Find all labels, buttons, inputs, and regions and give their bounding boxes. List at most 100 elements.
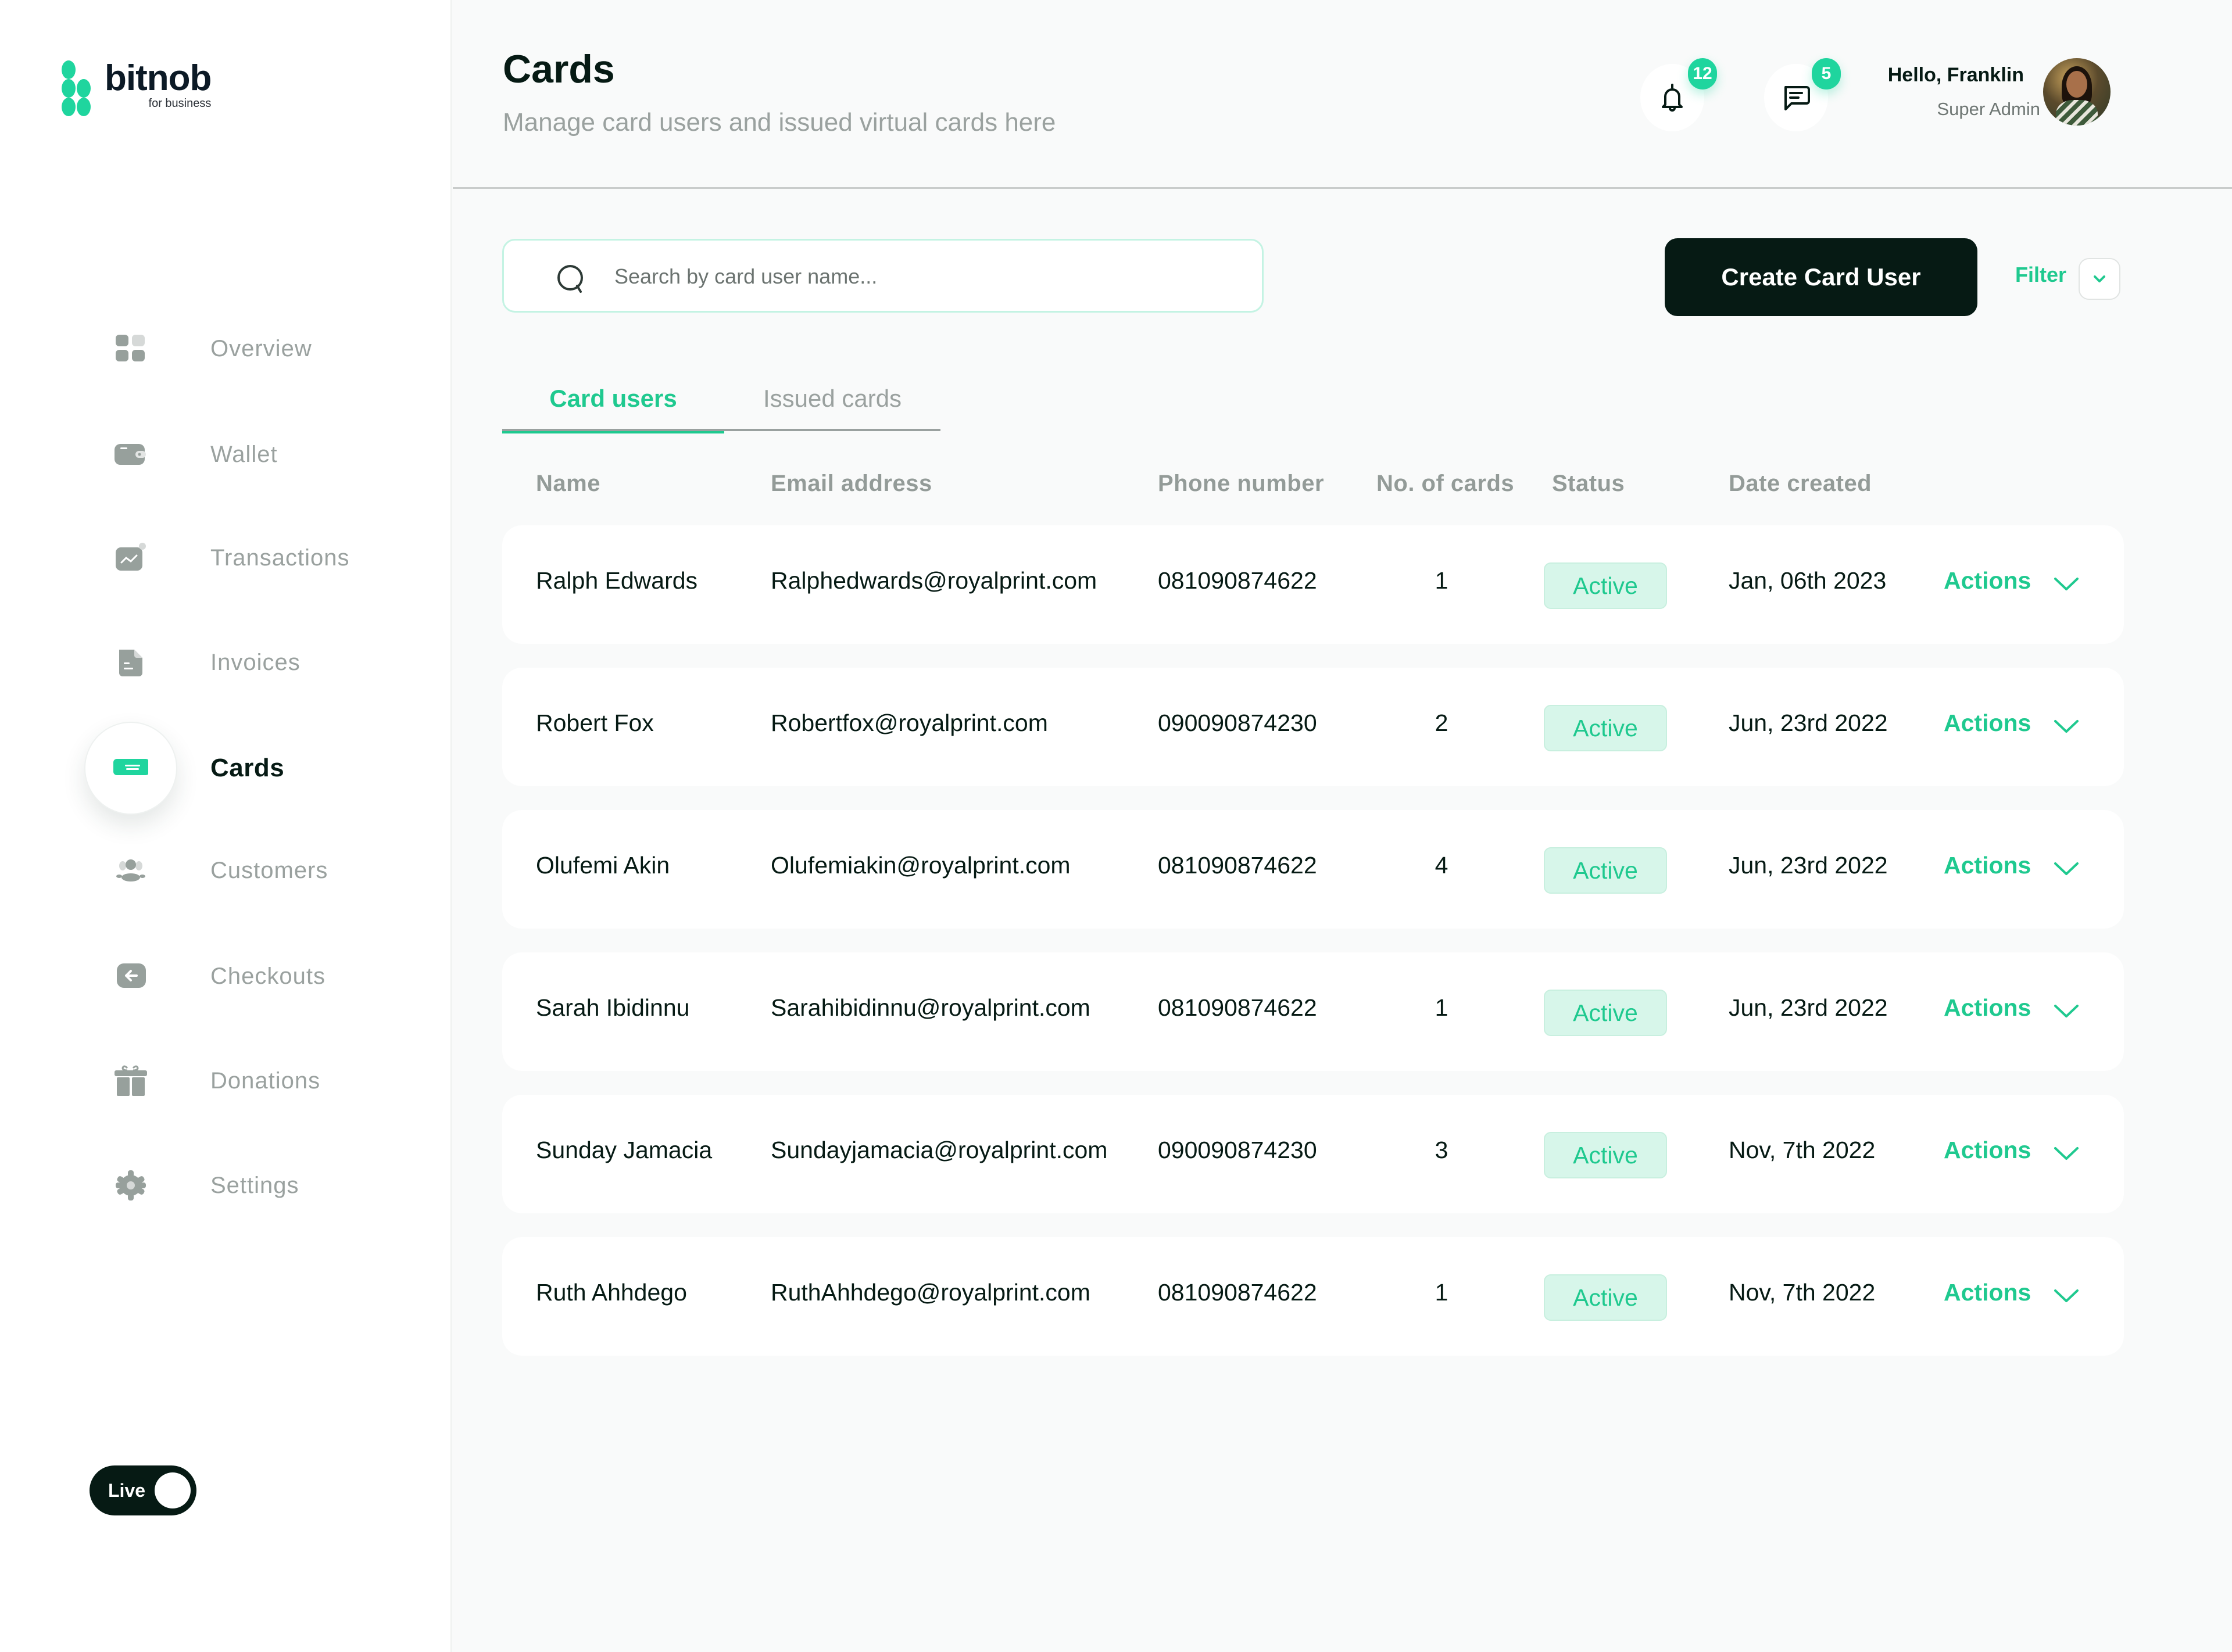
notifications-button[interactable]: 12: [1640, 58, 1717, 131]
sidebar-item-customers[interactable]: Customers: [0, 836, 452, 905]
chevron-down-icon[interactable]: [2053, 718, 2080, 735]
search-bar: [502, 239, 1264, 313]
live-toggle-label: Live: [108, 1479, 146, 1501]
create-card-user-button[interactable]: Create Card User: [1665, 238, 1977, 316]
cell-email: Sarahibidinnu@royalprint.com: [771, 994, 1090, 1021]
tab-issued-cards[interactable]: Issued cards: [724, 366, 940, 431]
table-row[interactable]: Robert Fox Robertfox@royalprint.com 0900…: [502, 668, 2124, 786]
sidebar-item-label: Checkouts: [210, 963, 326, 989]
sidebar-item-transactions[interactable]: Transactions: [0, 523, 452, 593]
chevron-down-icon: [2094, 275, 2105, 282]
cell-email: Ralphedwards@royalprint.com: [771, 567, 1097, 594]
cell-phone: 090090874230: [1158, 709, 1317, 736]
user-greeting: Hello, Franklin: [1887, 64, 2024, 86]
cell-card-count: 4: [1435, 852, 1448, 879]
messages-button[interactable]: 5: [1764, 58, 1841, 131]
card-icon: [84, 722, 177, 815]
cell-card-count: 2: [1435, 709, 1448, 736]
filter-dropdown-button[interactable]: [2079, 258, 2120, 300]
cell-date-created: Jun, 23rd 2022: [1729, 852, 1888, 879]
cell-date-created: Nov, 7th 2022: [1729, 1279, 1876, 1306]
cell-card-count: 3: [1435, 1137, 1448, 1163]
sidebar-item-label: Invoices: [210, 649, 301, 675]
gear-icon: [84, 1139, 177, 1232]
table-row[interactable]: Sarah Ibidinnu Sarahibidinnu@royalprint.…: [502, 952, 2124, 1071]
sidebar-item-cards[interactable]: Cards: [0, 722, 452, 815]
sidebar: bitnob for business Overview Wallet Tran…: [0, 0, 452, 1652]
live-mode-toggle[interactable]: Live: [90, 1465, 196, 1515]
wallet-icon: [84, 408, 177, 501]
sidebar-item-checkouts[interactable]: Checkouts: [0, 941, 452, 1011]
cell-phone: 081090874622: [1158, 1279, 1317, 1306]
toggle-knob: [155, 1472, 191, 1508]
actions-button[interactable]: Actions: [1944, 1137, 2031, 1164]
bell-icon: [1662, 84, 1683, 112]
cell-name: Sarah Ibidinnu: [536, 994, 690, 1021]
cell-email: Robertfox@royalprint.com: [771, 709, 1048, 736]
cell-date-created: Jun, 23rd 2022: [1729, 709, 1888, 736]
brand-tagline: for business: [148, 97, 212, 110]
table-row[interactable]: Olufemi Akin Olufemiakin@royalprint.com …: [502, 810, 2124, 929]
search-icon: [557, 265, 583, 293]
actions-button[interactable]: Actions: [1944, 852, 2031, 879]
sidebar-item-label: Wallet: [210, 441, 278, 467]
grid-icon: [84, 302, 177, 395]
table-row[interactable]: Ruth Ahhdego RuthAhhdego@royalprint.com …: [502, 1237, 2124, 1356]
cell-date-created: Nov, 7th 2022: [1729, 1137, 1876, 1163]
actions-button[interactable]: Actions: [1944, 567, 2031, 594]
column-header-date: Date created: [1729, 471, 1872, 496]
cell-card-count: 1: [1435, 994, 1448, 1021]
chevron-down-icon[interactable]: [2053, 1002, 2080, 1020]
column-header-name: Name: [536, 471, 600, 496]
cell-email: Sundayjamacia@royalprint.com: [771, 1137, 1108, 1163]
status-badge: Active: [1544, 705, 1667, 751]
cell-name: Ralph Edwards: [536, 567, 698, 594]
chart-icon: [84, 511, 177, 604]
column-header-phone: Phone number: [1158, 471, 1325, 496]
tab-card-users[interactable]: Card users: [502, 366, 724, 433]
actions-button[interactable]: Actions: [1944, 709, 2031, 737]
column-header-cards: No. of cards: [1376, 471, 1515, 496]
arrow-left-icon: [84, 930, 177, 1023]
users-icon: [84, 824, 177, 917]
table-row[interactable]: Ralph Edwards Ralphedwards@royalprint.co…: [502, 525, 2124, 644]
cell-name: Robert Fox: [536, 709, 654, 736]
chevron-down-icon[interactable]: [2053, 1145, 2080, 1162]
search-input[interactable]: [614, 258, 1242, 295]
actions-button[interactable]: Actions: [1944, 1279, 2031, 1306]
cell-date-created: Jan, 06th 2023: [1729, 567, 1887, 594]
sidebar-item-invoices[interactable]: Invoices: [0, 628, 452, 697]
messages-badge: 5: [1812, 58, 1841, 89]
brand-logo[interactable]: bitnob for business: [59, 58, 212, 116]
user-role: Super Admin: [1937, 99, 2041, 119]
status-badge: Active: [1544, 847, 1667, 894]
sidebar-item-overview[interactable]: Overview: [0, 314, 452, 384]
sidebar-item-label: Cards: [210, 754, 285, 782]
cell-name: Sunday Jamacia: [536, 1137, 713, 1163]
page-header: Cards Manage card users and issued virtu…: [453, 0, 2232, 189]
actions-button[interactable]: Actions: [1944, 994, 2031, 1022]
cell-phone: 090090874230: [1158, 1137, 1317, 1163]
sidebar-item-wallet[interactable]: Wallet: [0, 420, 452, 489]
sidebar-item-label: Customers: [210, 857, 328, 883]
brand-name: bitnob: [105, 58, 212, 98]
cell-name: Olufemi Akin: [536, 852, 670, 879]
notifications-badge: 12: [1688, 58, 1717, 89]
chevron-down-icon[interactable]: [2053, 860, 2080, 877]
sidebar-item-label: Transactions: [210, 544, 350, 571]
chevron-down-icon[interactable]: [2053, 575, 2080, 593]
avatar[interactable]: [2043, 58, 2111, 126]
cell-phone: 081090874622: [1158, 567, 1317, 594]
chevron-down-icon[interactable]: [2053, 1287, 2080, 1305]
document-icon: [84, 616, 177, 709]
message-icon: [1784, 86, 1810, 110]
bitnob-logo-icon: [59, 60, 98, 116]
sidebar-item-label: Overview: [210, 335, 312, 361]
sidebar-item-donations[interactable]: Donations: [0, 1046, 452, 1116]
sidebar-item-settings[interactable]: Settings: [0, 1151, 452, 1220]
cell-phone: 081090874622: [1158, 994, 1317, 1021]
filter-label[interactable]: Filter: [2015, 263, 2066, 287]
status-badge: Active: [1544, 562, 1667, 609]
tab-bar: Card users Issued cards: [502, 366, 940, 433]
table-row[interactable]: Sunday Jamacia Sundayjamacia@royalprint.…: [502, 1095, 2124, 1213]
